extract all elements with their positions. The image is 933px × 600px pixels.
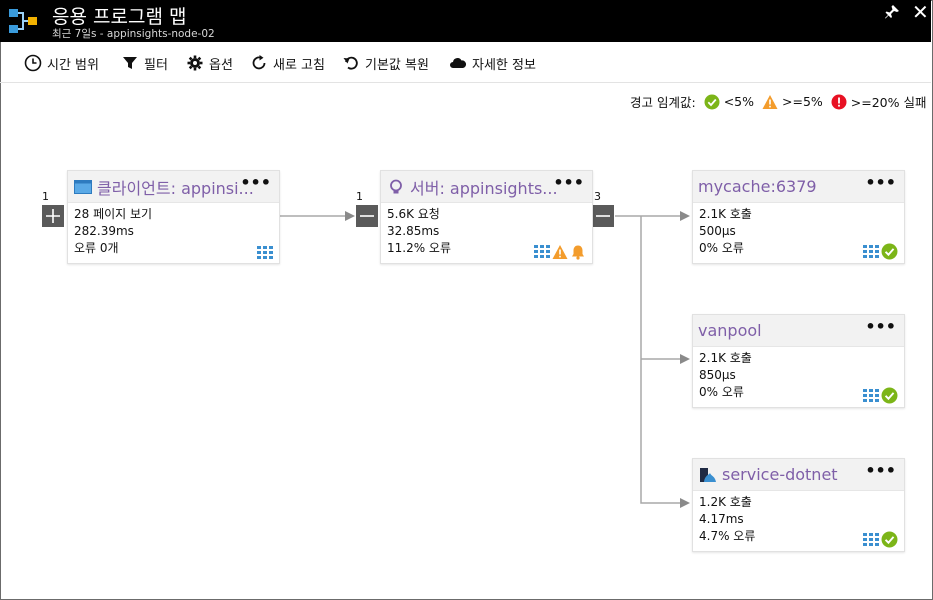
mycache-duration: 500µs: [699, 224, 736, 238]
server-node[interactable]: 서버: appinsights... ••• 5.6K 요청 32.85ms 1…: [380, 170, 593, 264]
filter-icon: [123, 57, 137, 69]
client-duration: 282.39ms: [74, 224, 134, 238]
client-instance-count: 1: [42, 190, 49, 203]
details-label: 자세한 정보: [472, 57, 536, 73]
refresh-label: 새로 고침: [273, 57, 325, 73]
minus-icon: [596, 215, 610, 217]
lightbulb-icon: [390, 179, 402, 193]
filter-button[interactable]: 필터: [121, 52, 168, 74]
browser-window-icon: [74, 179, 92, 194]
service-dotnet-duration: 4.17ms: [699, 512, 744, 526]
service-dotnet-node-header: service-dotnet •••: [693, 459, 904, 491]
mycache-node-title[interactable]: mycache:6379: [698, 177, 817, 196]
check-circle-icon: [881, 531, 898, 548]
command-toolbar: 시간 범위 필터 옵션 새로 고침 기본값 복원 자세한 정보: [0, 42, 931, 83]
vanpool-status-icons: [861, 387, 898, 404]
check-circle-icon: [704, 94, 720, 109]
grid-icon[interactable]: [863, 532, 879, 547]
server-status-icons: [532, 244, 586, 260]
cloud-icon: [450, 58, 467, 68]
error-icon: [831, 94, 847, 109]
server-requests: 5.6K 요청: [387, 207, 440, 221]
restore-defaults-button[interactable]: 기본값 복원: [342, 52, 429, 74]
details-button[interactable]: 자세한 정보: [449, 52, 536, 74]
legend-ok-label: <5%: [723, 94, 754, 109]
service-dotnet-node[interactable]: service-dotnet ••• 1.2K 호출 4.17ms 4.7% 오…: [692, 458, 905, 552]
application-map-icon: [9, 9, 37, 33]
refresh-button[interactable]: 새로 고침: [250, 52, 325, 74]
alert-threshold-legend: 경고 임계값: <5% >=5% >=20% 실패: [630, 92, 927, 111]
options-label: 옵션: [209, 57, 233, 73]
check-circle-icon: [881, 387, 898, 404]
client-node-body: 28 페이지 보기 282.39ms 오류 0개: [68, 203, 279, 263]
time-range-label: 시간 범위: [47, 57, 99, 73]
mycache-status-icons: [861, 243, 898, 260]
server-collapse-toggle[interactable]: [356, 205, 378, 227]
service-app-icon: [700, 467, 716, 482]
grid-icon[interactable]: [534, 245, 550, 259]
close-icon[interactable]: ✕: [912, 1, 929, 23]
options-button[interactable]: 옵션: [186, 52, 233, 74]
refresh-icon: [252, 55, 266, 70]
mycache-node[interactable]: mycache:6379 ••• 2.1K 호출 500µs 0% 오류: [692, 170, 905, 264]
plus-icon: [46, 209, 60, 223]
warning-icon: [762, 94, 778, 109]
client-node-header: 클라이언트: appinsi... •••: [68, 171, 279, 203]
restore-defaults-label: 기본값 복원: [365, 57, 429, 73]
vanpool-node[interactable]: vanpool ••• 2.1K 호출 850µs 0% 오류: [692, 314, 905, 408]
mycache-more-options[interactable]: •••: [865, 173, 896, 192]
blade-header: 응용 프로그램 맵 최근 7일s - appinsights-node-02 ✕: [0, 0, 931, 42]
server-dependency-count: 3: [594, 190, 601, 203]
server-instance-count: 1: [356, 190, 363, 203]
legend-warn: >=5%: [762, 94, 823, 110]
page-subtitle: 최근 7일s - appinsights-node-02: [52, 28, 215, 40]
vanpool-node-title[interactable]: vanpool: [698, 321, 762, 340]
server-duration: 32.85ms: [387, 224, 440, 238]
client-errors: 오류 0개: [74, 241, 119, 255]
vanpool-calls: 2.1K 호출: [699, 351, 752, 365]
server-dependencies-toggle[interactable]: [592, 205, 614, 227]
warning-icon[interactable]: [552, 244, 568, 260]
time-range-button[interactable]: 시간 범위: [24, 52, 99, 74]
service-dotnet-node-body: 1.2K 호출 4.17ms 4.7% 오류: [693, 491, 904, 551]
check-circle-icon: [881, 243, 898, 260]
client-node[interactable]: 클라이언트: appinsi... ••• 28 페이지 보기 282.39ms…: [67, 170, 280, 264]
mycache-calls: 2.1K 호출: [699, 207, 752, 221]
legend-ok: <5%: [704, 94, 754, 110]
filter-label: 필터: [144, 57, 168, 73]
vanpool-node-body: 2.1K 호출 850µs 0% 오류: [693, 347, 904, 407]
server-node-body: 5.6K 요청 32.85ms 11.2% 오류: [381, 203, 592, 263]
undo-icon: [343, 56, 358, 70]
alert-bell-icon[interactable]: [570, 244, 586, 260]
page-title: 응용 프로그램 맵: [52, 6, 187, 28]
client-status-icons: [255, 246, 273, 260]
service-dotnet-node-title[interactable]: service-dotnet: [722, 465, 838, 484]
service-dotnet-more-options[interactable]: •••: [865, 461, 896, 480]
service-dotnet-status-icons: [861, 531, 898, 548]
client-page-views: 28 페이지 보기: [74, 207, 153, 221]
legend-label: 경고 임계값:: [630, 95, 696, 110]
server-more-options[interactable]: •••: [553, 173, 584, 192]
client-node-title[interactable]: 클라이언트: appinsi...: [97, 175, 254, 199]
minus-icon: [360, 215, 374, 217]
grid-icon[interactable]: [863, 244, 879, 259]
grid-icon[interactable]: [257, 246, 273, 260]
gear-icon: [187, 55, 203, 71]
vanpool-duration: 850µs: [699, 368, 736, 382]
vanpool-node-header: vanpool •••: [693, 315, 904, 347]
legend-fail-label: >=20% 실패: [850, 95, 927, 110]
vanpool-more-options[interactable]: •••: [865, 317, 896, 336]
legend-fail: >=20% 실패: [831, 92, 927, 111]
service-dotnet-calls: 1.2K 호출: [699, 495, 752, 509]
mycache-node-body: 2.1K 호출 500µs 0% 오류: [693, 203, 904, 263]
legend-warn-label: >=5%: [782, 94, 823, 109]
client-expand-toggle[interactable]: [42, 205, 64, 227]
server-node-title[interactable]: 서버: appinsights...: [410, 175, 558, 199]
pin-icon[interactable]: [884, 4, 900, 20]
mycache-node-header: mycache:6379 •••: [693, 171, 904, 203]
client-more-options[interactable]: •••: [240, 173, 271, 192]
server-node-header: 서버: appinsights... •••: [381, 171, 592, 203]
grid-icon[interactable]: [863, 388, 879, 403]
clock-icon: [24, 54, 42, 72]
